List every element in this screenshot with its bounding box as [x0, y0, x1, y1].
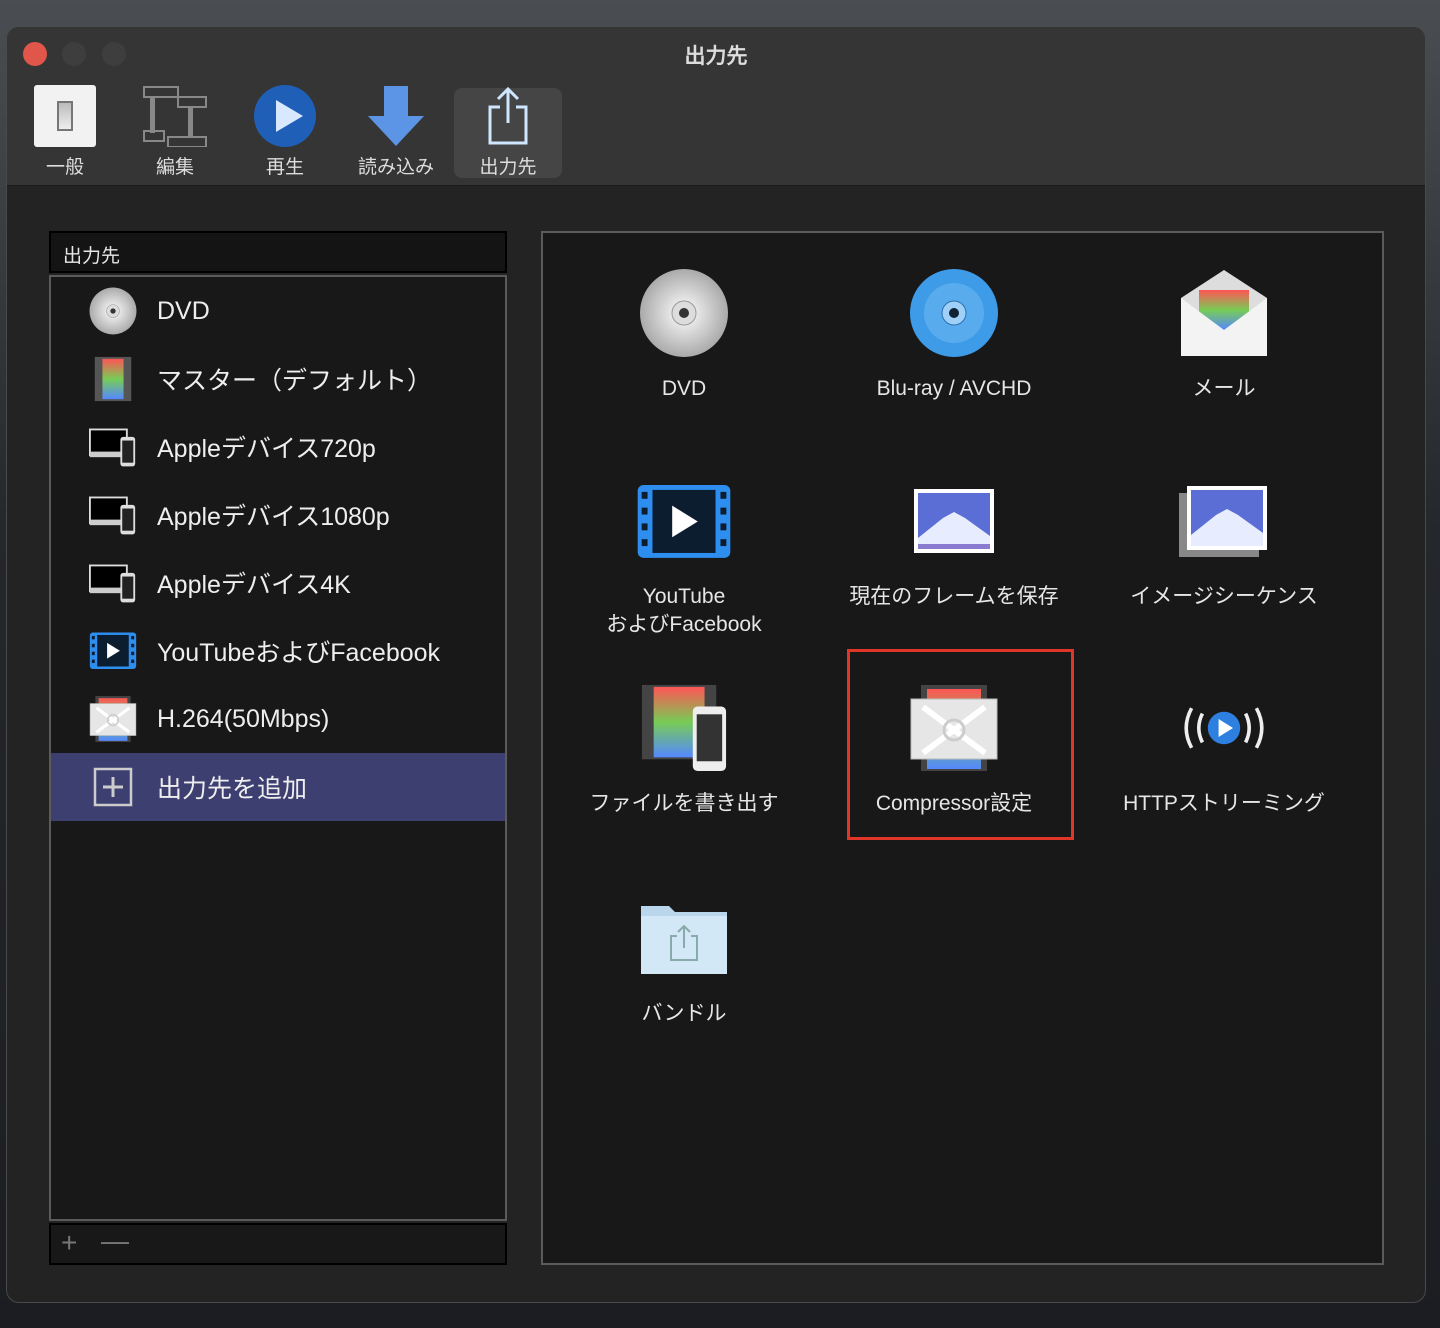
- download-arrow-icon: [342, 82, 450, 150]
- destination-label-text: バンドル: [641, 1002, 727, 1025]
- list-footer: + —: [49, 1223, 507, 1265]
- dvd-icon: [559, 263, 809, 363]
- preferences-window: 出力先 一般 編集 再生 読み込み 出力先 出力先 DVD マスター（デフォルト）…: [7, 27, 1425, 1302]
- destination-label: イメージシーケンス: [1099, 583, 1349, 611]
- destination-dvd[interactable]: DVD: [559, 263, 809, 403]
- film-icon: [87, 354, 139, 404]
- devices-icon: [87, 490, 139, 540]
- destination-label: Blu-ray / AVCHD: [829, 375, 1079, 403]
- tab-playback[interactable]: 再生: [231, 82, 339, 178]
- switch-icon: [11, 82, 119, 150]
- destination-label: Compressor設定: [829, 790, 1079, 818]
- destination-photo-stack[interactable]: イメージシーケンス: [1099, 471, 1349, 611]
- play-icon: [231, 82, 339, 150]
- destination-label-text: メール: [1192, 377, 1256, 400]
- destinations-list[interactable]: DVD マスター（デフォルト） Appleデバイス720p Appleデバイス1080…: [49, 275, 507, 1221]
- destination-video[interactable]: YouTube およびFacebook: [559, 471, 809, 639]
- list-item[interactable]: マスター（デフォルト）: [51, 345, 505, 413]
- destination-label: HTTPストリーミング: [1099, 790, 1349, 818]
- destination-label-line2: およびFacebook: [606, 613, 762, 636]
- list-item-label: YouTubeおよびFacebook: [157, 639, 441, 667]
- tab-edit[interactable]: 編集: [121, 82, 229, 178]
- list-item-label: Appleデバイス720p: [157, 435, 376, 463]
- destination-label: YouTube およびFacebook: [559, 583, 809, 639]
- remove-destination-button[interactable]: —: [101, 1225, 129, 1257]
- destination-label-text: YouTube: [642, 585, 726, 608]
- destinations-list-header: 出力先: [49, 231, 507, 273]
- list-item[interactable]: DVD: [51, 277, 505, 345]
- list-item-label: 出力先を追加: [157, 775, 308, 803]
- destination-compressor[interactable]: Compressor設定: [829, 678, 1079, 818]
- list-item[interactable]: Appleデバイス4K: [51, 549, 505, 617]
- destination-folder-share[interactable]: バンドル: [559, 888, 809, 1028]
- destination-streaming[interactable]: HTTPストリーミング: [1099, 678, 1349, 818]
- streaming-icon: [1099, 678, 1349, 778]
- destination-templates-panel: DVD Blu-ray / AVCHD メール YouTube およびFacebook 現…: [541, 231, 1384, 1265]
- film-phone-icon: [559, 678, 809, 778]
- destination-label-text: Compressor設定: [875, 792, 1033, 815]
- destination-label-text: Blu-ray / AVCHD: [876, 377, 1032, 400]
- list-item[interactable]: Appleデバイス1080p: [51, 481, 505, 549]
- list-item-label: マスター（デフォルト）: [157, 367, 433, 395]
- video-icon: [87, 626, 139, 676]
- tab-destinations[interactable]: 出力先: [454, 86, 562, 178]
- list-item[interactable]: YouTubeおよびFacebook: [51, 617, 505, 685]
- film-edit-icon: [121, 82, 229, 150]
- destination-label: バンドル: [559, 1000, 809, 1028]
- destination-label: 現在のフレームを保存: [829, 583, 1079, 611]
- list-item[interactable]: Appleデバイス720p: [51, 413, 505, 481]
- tab-general[interactable]: 一般: [11, 82, 119, 178]
- destination-label-text: 現在のフレームを保存: [849, 585, 1059, 608]
- destination-label: ファイルを書き出す: [559, 790, 809, 818]
- destination-mail[interactable]: メール: [1099, 263, 1349, 403]
- destination-photo[interactable]: 現在のフレームを保存: [829, 471, 1079, 611]
- devices-icon: [87, 422, 139, 472]
- mail-icon: [1099, 263, 1349, 363]
- video-icon: [559, 471, 809, 571]
- list-item[interactable]: H.264(50Mbps): [51, 685, 505, 753]
- compressor-icon: [829, 678, 1079, 778]
- dvd-icon: [87, 286, 139, 336]
- destination-bluray[interactable]: Blu-ray / AVCHD: [829, 263, 1079, 403]
- list-item[interactable]: 出力先を追加: [51, 753, 505, 821]
- photo-stack-icon: [1099, 471, 1349, 571]
- destination-label-text: ファイルを書き出す: [589, 792, 779, 815]
- window-title: 出力先: [684, 45, 748, 68]
- share-icon: [454, 82, 562, 150]
- compressor-icon: [87, 694, 139, 744]
- destination-label: メール: [1099, 375, 1349, 403]
- folder-share-icon: [559, 888, 809, 988]
- list-item-label: DVD: [157, 296, 210, 325]
- destination-label: DVD: [559, 375, 809, 403]
- add-icon: [87, 762, 139, 812]
- destination-film-phone[interactable]: ファイルを書き出す: [559, 678, 809, 818]
- toolbar: 出力先 一般 編集 再生 読み込み 出力先: [7, 27, 1425, 186]
- tab-import[interactable]: 読み込み: [342, 82, 450, 178]
- list-item-label: Appleデバイス4K: [157, 571, 351, 599]
- devices-icon: [87, 558, 139, 608]
- list-item-label: H.264(50Mbps): [157, 704, 330, 733]
- add-destination-button[interactable]: +: [61, 1227, 77, 1259]
- destination-label-text: HTTPストリーミング: [1123, 792, 1325, 815]
- destination-label-text: イメージシーケンス: [1130, 585, 1318, 608]
- list-item-label: Appleデバイス1080p: [157, 503, 390, 531]
- photo-icon: [829, 471, 1079, 571]
- destination-label-text: DVD: [661, 377, 707, 400]
- bluray-icon: [829, 263, 1079, 363]
